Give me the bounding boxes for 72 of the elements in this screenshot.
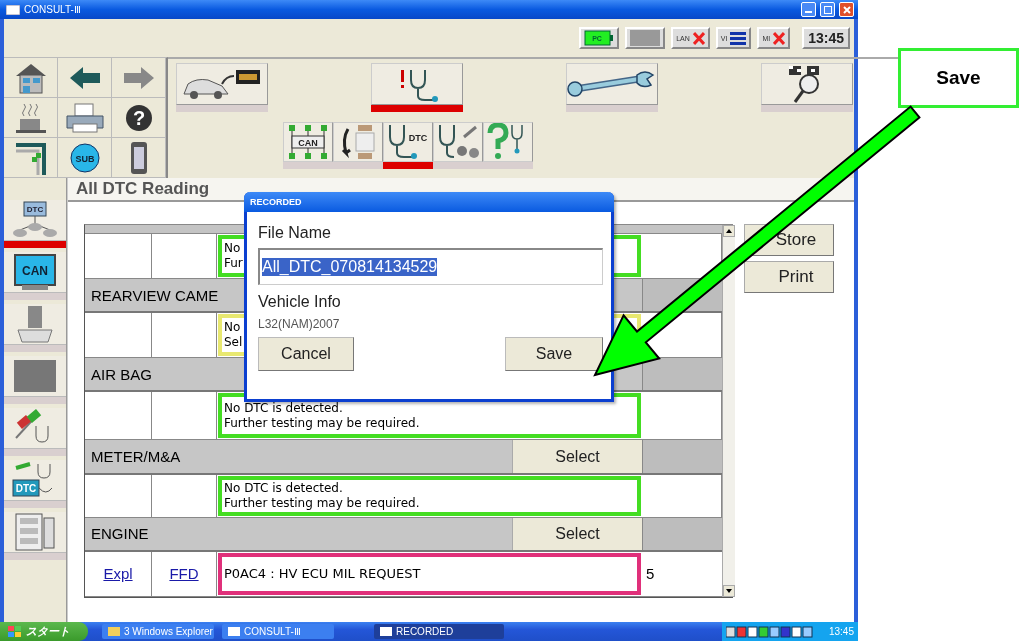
printer-icon xyxy=(64,101,105,134)
scroll-down-icon[interactable] xyxy=(723,585,735,597)
close-icon xyxy=(842,5,851,14)
cup-icon xyxy=(13,101,48,134)
window-icon xyxy=(228,627,240,636)
dialog-title: RECORDED xyxy=(244,192,614,212)
tool-button[interactable] xyxy=(761,63,853,105)
mode-button[interactable] xyxy=(333,122,383,162)
sidebar-button[interactable] xyxy=(4,356,66,397)
vehicle-info: L32(NAM)2007 xyxy=(258,317,341,331)
wrench-icon xyxy=(567,71,657,97)
error-cross-icon xyxy=(773,31,786,45)
mode-button[interactable] xyxy=(433,122,483,162)
system-name: METER/M&A xyxy=(85,440,512,473)
error-cross-icon xyxy=(692,31,705,45)
dtc-message: P0AC4 : HV ECU MIL REQUEST xyxy=(218,552,641,595)
result-message: No DTC is detected. Further testing may be required. xyxy=(218,475,641,516)
right-arrow-icon xyxy=(123,66,154,89)
table-link[interactable]: FFD xyxy=(169,565,199,583)
control-panel-icon xyxy=(12,512,58,552)
window-title: CONSULT-Ⅲ xyxy=(24,4,81,15)
nav-button[interactable] xyxy=(4,58,58,98)
left-arrow-icon xyxy=(69,66,100,89)
scroll-up-icon[interactable] xyxy=(723,225,735,237)
taskbar-button[interactable]: CONSULT-Ⅲ xyxy=(222,624,334,639)
dialog-button[interactable]: Save xyxy=(505,337,603,371)
window-icon xyxy=(13,140,48,175)
tray-clock: 13:45 xyxy=(828,626,854,637)
nav-button[interactable] xyxy=(58,58,112,98)
system-name: ENGINE xyxy=(85,517,512,550)
nav-button[interactable]: SUB xyxy=(58,138,112,178)
tool-button[interactable] xyxy=(566,63,658,105)
select-button[interactable]: Select xyxy=(512,440,642,473)
sidebar-button[interactable] xyxy=(4,304,66,345)
nav-button[interactable] xyxy=(112,58,166,98)
side-button[interactable]: Print xyxy=(744,261,834,293)
nav-button[interactable] xyxy=(4,98,58,138)
folder-icon xyxy=(108,627,120,636)
sub-icon: SUB xyxy=(69,142,100,173)
signal-bars-icon xyxy=(730,31,747,45)
file-name-field[interactable]: All_DTC_070814134529 xyxy=(258,248,603,285)
nav-button[interactable]: ? xyxy=(112,98,166,138)
tool-button[interactable] xyxy=(176,63,268,105)
nav-button[interactable] xyxy=(112,138,166,178)
nav-button[interactable] xyxy=(4,138,58,178)
tool-button[interactable] xyxy=(371,63,463,105)
table-link[interactable]: Expl xyxy=(103,565,133,583)
taskbar-button[interactable]: RECORDED xyxy=(374,624,504,639)
car-icon xyxy=(182,68,262,100)
close-button[interactable] xyxy=(839,2,854,17)
minimize-button[interactable] xyxy=(801,2,816,17)
select-button[interactable]: Select xyxy=(512,517,642,550)
sidebar-button[interactable]: CAN xyxy=(4,252,66,293)
help-icon: ? xyxy=(124,103,153,132)
dialog-button[interactable]: Cancel xyxy=(258,337,354,371)
clock: 13:45 xyxy=(802,27,850,49)
empty-slot-icon xyxy=(630,30,661,46)
stethoscope-parts-icon xyxy=(436,123,480,161)
app-icon xyxy=(6,4,20,15)
taskbar-button[interactable]: 3 Windows Explorer xyxy=(102,624,214,639)
field-label: Vehicle Info xyxy=(258,293,342,311)
table-cell-text: 5 xyxy=(645,564,656,585)
scrollbar[interactable] xyxy=(722,225,735,597)
phone-icon xyxy=(129,140,148,175)
sidebar-button[interactable] xyxy=(4,408,66,449)
window-icon xyxy=(380,627,392,636)
nav-button[interactable] xyxy=(58,98,112,138)
maximize-icon xyxy=(823,5,832,14)
sidebar-button[interactable]: DTC xyxy=(4,200,66,241)
callout-label: Save xyxy=(898,48,1019,108)
windows-logo-icon xyxy=(8,625,21,638)
maximize-button[interactable] xyxy=(820,2,835,17)
